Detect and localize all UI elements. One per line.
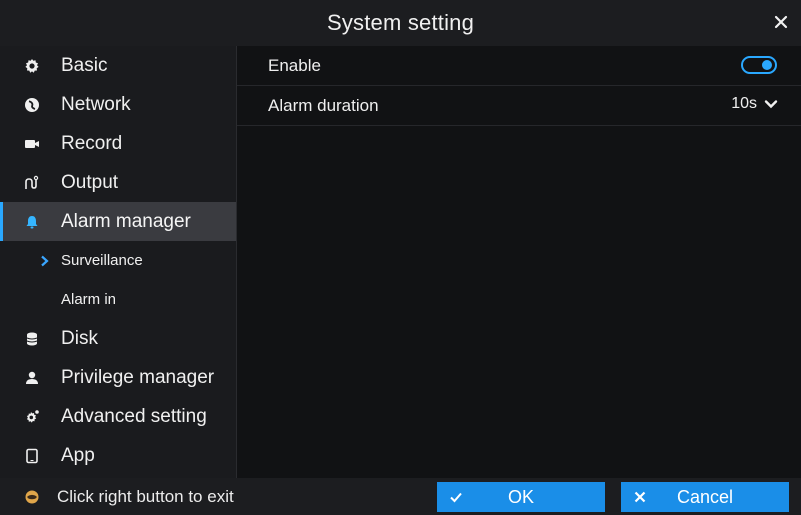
alarm-duration-row: Alarm duration 10s xyxy=(237,86,801,126)
cancel-button-label: Cancel xyxy=(676,486,734,507)
sidebar-subitem-label: Alarm in xyxy=(61,291,117,308)
chevron-down-icon xyxy=(763,96,779,112)
cancel-button[interactable]: Cancel xyxy=(621,482,789,512)
sidebar-item-label: Alarm manager xyxy=(61,210,191,232)
sidebar-item-record[interactable]: Record xyxy=(0,124,236,163)
alarm-duration-select[interactable]: 10s xyxy=(731,95,779,113)
bell-icon xyxy=(23,213,41,231)
sidebar-item-label: Network xyxy=(61,93,131,115)
enable-row: Enable xyxy=(237,46,801,86)
sidebar-subitem-label: Surveillance xyxy=(61,252,143,269)
exit-hint-text: Click right button to exit xyxy=(57,487,234,506)
close-icon[interactable] xyxy=(771,12,791,32)
sidebar-item-alarm-manager[interactable]: Alarm manager xyxy=(0,202,236,241)
sidebar-item-label: Advanced setting xyxy=(61,405,207,427)
chevron-right-icon xyxy=(38,255,52,267)
gear-icon xyxy=(23,57,41,75)
enable-label: Enable xyxy=(268,55,321,75)
sidebar: Basic Network Record Output Alarm manage… xyxy=(0,46,237,478)
sidebar-item-label: Output xyxy=(61,171,119,193)
sidebar-item-label: Record xyxy=(61,132,123,154)
sidebar-item-label: Basic xyxy=(61,54,108,76)
window-title: System setting xyxy=(326,10,475,35)
sidebar-item-label: App xyxy=(61,444,95,466)
advanced-gear-icon xyxy=(23,408,41,426)
toggle-knob xyxy=(762,60,772,70)
alarm-duration-value: 10s xyxy=(731,95,757,112)
globe-icon xyxy=(23,96,41,114)
enable-toggle[interactable] xyxy=(741,56,777,74)
output-icon xyxy=(23,174,41,192)
title-bar: System setting xyxy=(0,0,801,46)
sidebar-item-label: Disk xyxy=(61,327,98,349)
footer-bar: Click right button to exit OK Cancel xyxy=(0,478,801,515)
mouse-icon xyxy=(24,489,40,505)
settings-panel: Enable Alarm duration 10s xyxy=(237,46,801,478)
database-icon xyxy=(23,330,41,348)
alarm-duration-label: Alarm duration xyxy=(268,95,379,115)
sidebar-item-network[interactable]: Network xyxy=(0,85,236,124)
sidebar-item-label: Privilege manager xyxy=(61,366,215,388)
user-icon xyxy=(23,369,41,387)
sidebar-item-advanced-setting[interactable]: Advanced setting xyxy=(0,397,236,436)
exit-hint: Click right button to exit xyxy=(24,487,234,507)
sidebar-subitem-alarm-in[interactable]: Alarm in xyxy=(0,280,236,319)
video-camera-icon xyxy=(23,135,41,153)
sidebar-item-basic[interactable]: Basic xyxy=(0,46,236,85)
system-setting-window: System setting Basic Network Record Outp… xyxy=(0,0,801,515)
ok-button-label: OK xyxy=(507,486,534,507)
sidebar-item-output[interactable]: Output xyxy=(0,163,236,202)
sidebar-item-privilege-manager[interactable]: Privilege manager xyxy=(0,358,236,397)
sidebar-item-disk[interactable]: Disk xyxy=(0,319,236,358)
sidebar-subitem-surveillance[interactable]: Surveillance xyxy=(0,241,236,280)
phone-icon xyxy=(23,447,41,465)
sidebar-item-app[interactable]: App xyxy=(0,436,236,475)
ok-button[interactable]: OK xyxy=(437,482,605,512)
